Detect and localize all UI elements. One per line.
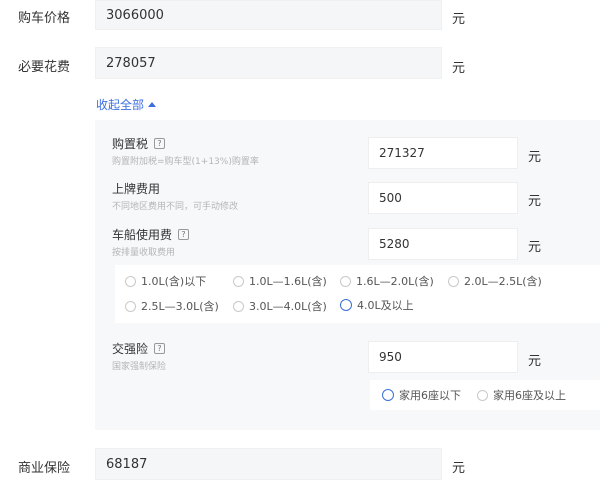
displacement-option-selected[interactable]: 4.0L及以上 [340, 297, 414, 313]
radio-selected-icon [340, 299, 352, 311]
plate-fee-label-text: 上牌费用 [112, 182, 161, 196]
radio-icon [448, 275, 459, 287]
compulsory-insurance-label: 交强险 ? [112, 340, 166, 357]
purchase-price-unit: 元 [452, 12, 466, 27]
compulsory-insurance-unit: 元 [528, 354, 542, 369]
seat-option-selected[interactable]: 家用6座以下 [382, 387, 461, 403]
option-label: 1.0L(含)以下 [141, 275, 207, 288]
seat-option[interactable]: 家用6座及以上 [477, 387, 566, 403]
purchase-price-input[interactable]: 3066000 [95, 0, 442, 30]
compulsory-insurance-input[interactable]: 950 [368, 341, 518, 373]
option-label: 1.0L—1.6L(含) [249, 275, 327, 288]
purchase-tax-hint: 购置附加税=购车型(1+13%)购置率 [112, 157, 259, 167]
purchase-tax-unit: 元 [528, 150, 542, 165]
option-label: 家用6座以下 [399, 389, 461, 402]
displacement-option[interactable]: 3.0L—4.0L(含) [233, 298, 327, 314]
purchase-tax-input[interactable]: 271327 [368, 137, 518, 169]
compulsory-insurance-label-text: 交强险 [112, 342, 149, 356]
help-icon[interactable]: ? [154, 343, 166, 354]
collapse-all-label: 收起全部 [96, 98, 145, 112]
radio-icon [340, 275, 351, 287]
purchase-tax-label: 购置税 ? [112, 135, 166, 152]
plate-fee-unit: 元 [528, 194, 542, 209]
help-icon[interactable]: ? [178, 229, 190, 240]
help-icon[interactable]: ? [154, 138, 166, 149]
radio-icon [125, 300, 136, 312]
commercial-insurance-unit: 元 [452, 461, 466, 476]
compulsory-insurance-hint: 国家强制保险 [112, 362, 167, 372]
commercial-insurance-input[interactable]: 68187 [95, 448, 442, 480]
required-fees-unit: 元 [452, 61, 466, 76]
option-label: 4.0L及以上 [357, 299, 414, 312]
vessel-tax-label: 车船使用费 ? [112, 226, 190, 243]
vessel-tax-hint: 按排量收取费用 [112, 248, 176, 258]
displacement-option[interactable]: 2.5L—3.0L(含) [125, 298, 219, 314]
radio-icon [233, 275, 244, 287]
vessel-tax-label-text: 车船使用费 [112, 228, 173, 242]
collapse-arrow-icon [148, 102, 157, 107]
commercial-insurance-label: 商业保险 [18, 461, 71, 476]
option-label: 2.5L—3.0L(含) [141, 300, 219, 313]
plate-fee-hint: 不同地区费用不同，可手动修改 [112, 202, 239, 212]
required-fees-label: 必要花费 [18, 60, 71, 75]
option-label: 2.0L—2.5L(含) [464, 275, 542, 288]
radio-icon [125, 275, 136, 287]
required-fees-input[interactable]: 278057 [95, 47, 442, 79]
radio-selected-icon [382, 389, 394, 401]
displacement-option[interactable]: 2.0L—2.5L(含) [448, 273, 542, 289]
purchase-price-label: 购车价格 [18, 11, 71, 26]
purchase-tax-label-text: 购置税 [112, 137, 149, 151]
displacement-option[interactable]: 1.6L—2.0L(含) [340, 273, 434, 289]
collapse-all-link[interactable]: 收起全部 [96, 96, 157, 113]
radio-icon [477, 389, 488, 401]
option-label: 家用6座及以上 [493, 389, 566, 402]
plate-fee-label: 上牌费用 [112, 180, 160, 197]
vessel-tax-input[interactable]: 5280 [368, 228, 518, 260]
plate-fee-input[interactable]: 500 [368, 182, 518, 214]
vessel-tax-unit: 元 [528, 240, 542, 255]
radio-icon [233, 300, 244, 312]
displacement-option[interactable]: 1.0L(含)以下 [125, 273, 206, 289]
option-label: 3.0L—4.0L(含) [249, 300, 327, 313]
option-label: 1.6L—2.0L(含) [356, 275, 434, 288]
displacement-option[interactable]: 1.0L—1.6L(含) [233, 273, 327, 289]
